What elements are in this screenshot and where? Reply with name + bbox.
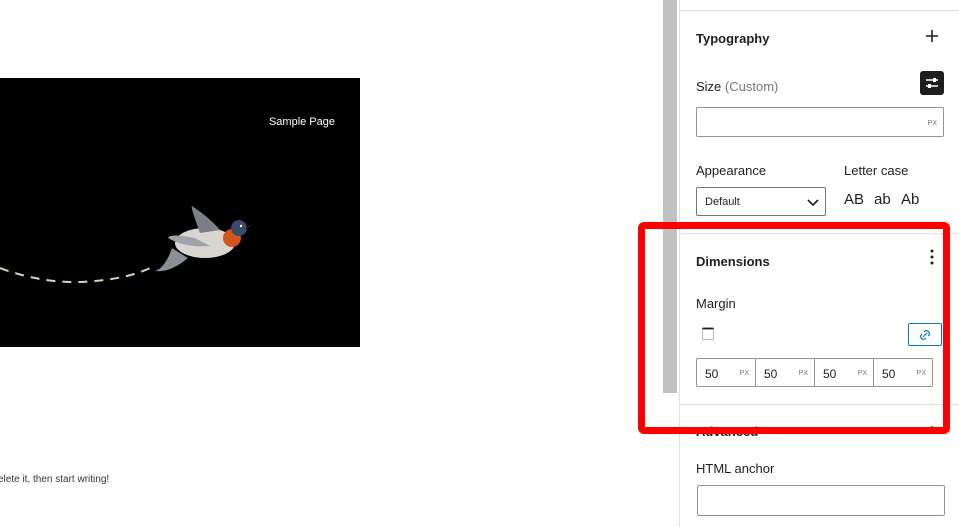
font-size-input[interactable]: PX (696, 107, 944, 137)
cover-block[interactable]: Sample Page (0, 78, 360, 347)
bird-illustration (0, 206, 252, 284)
html-anchor-label: HTML anchor (696, 461, 775, 476)
size-label-text: Size (696, 79, 722, 94)
appearance-label: Appearance (696, 163, 767, 178)
letter-case-capitalize-button[interactable]: Ab (901, 191, 919, 208)
letter-case-lowercase-button[interactable]: ab (874, 191, 891, 208)
font-size-unit[interactable]: PX (928, 120, 937, 127)
size-mode-text: (Custom) (724, 79, 779, 94)
appearance-select[interactable]: Default (696, 187, 826, 216)
editor-canvas[interactable]: Sample Page elete it, then start writing… (0, 0, 663, 527)
plus-icon[interactable] (923, 27, 941, 45)
html-anchor-input[interactable] (697, 485, 945, 516)
letter-case-uppercase-button[interactable]: AB (844, 191, 864, 208)
paragraph-text[interactable]: elete it, then start writing! (0, 474, 109, 485)
highlight-annotation-box (638, 222, 950, 434)
appearance-selected-value: Default (705, 196, 740, 208)
size-label: Size (Custom) (696, 79, 778, 94)
letter-case-label: Letter case (844, 163, 909, 178)
divider (680, 10, 959, 11)
typography-panel-title: Typography (696, 31, 770, 46)
chevron-down-icon (807, 196, 819, 211)
sliders-icon[interactable] (920, 71, 944, 95)
